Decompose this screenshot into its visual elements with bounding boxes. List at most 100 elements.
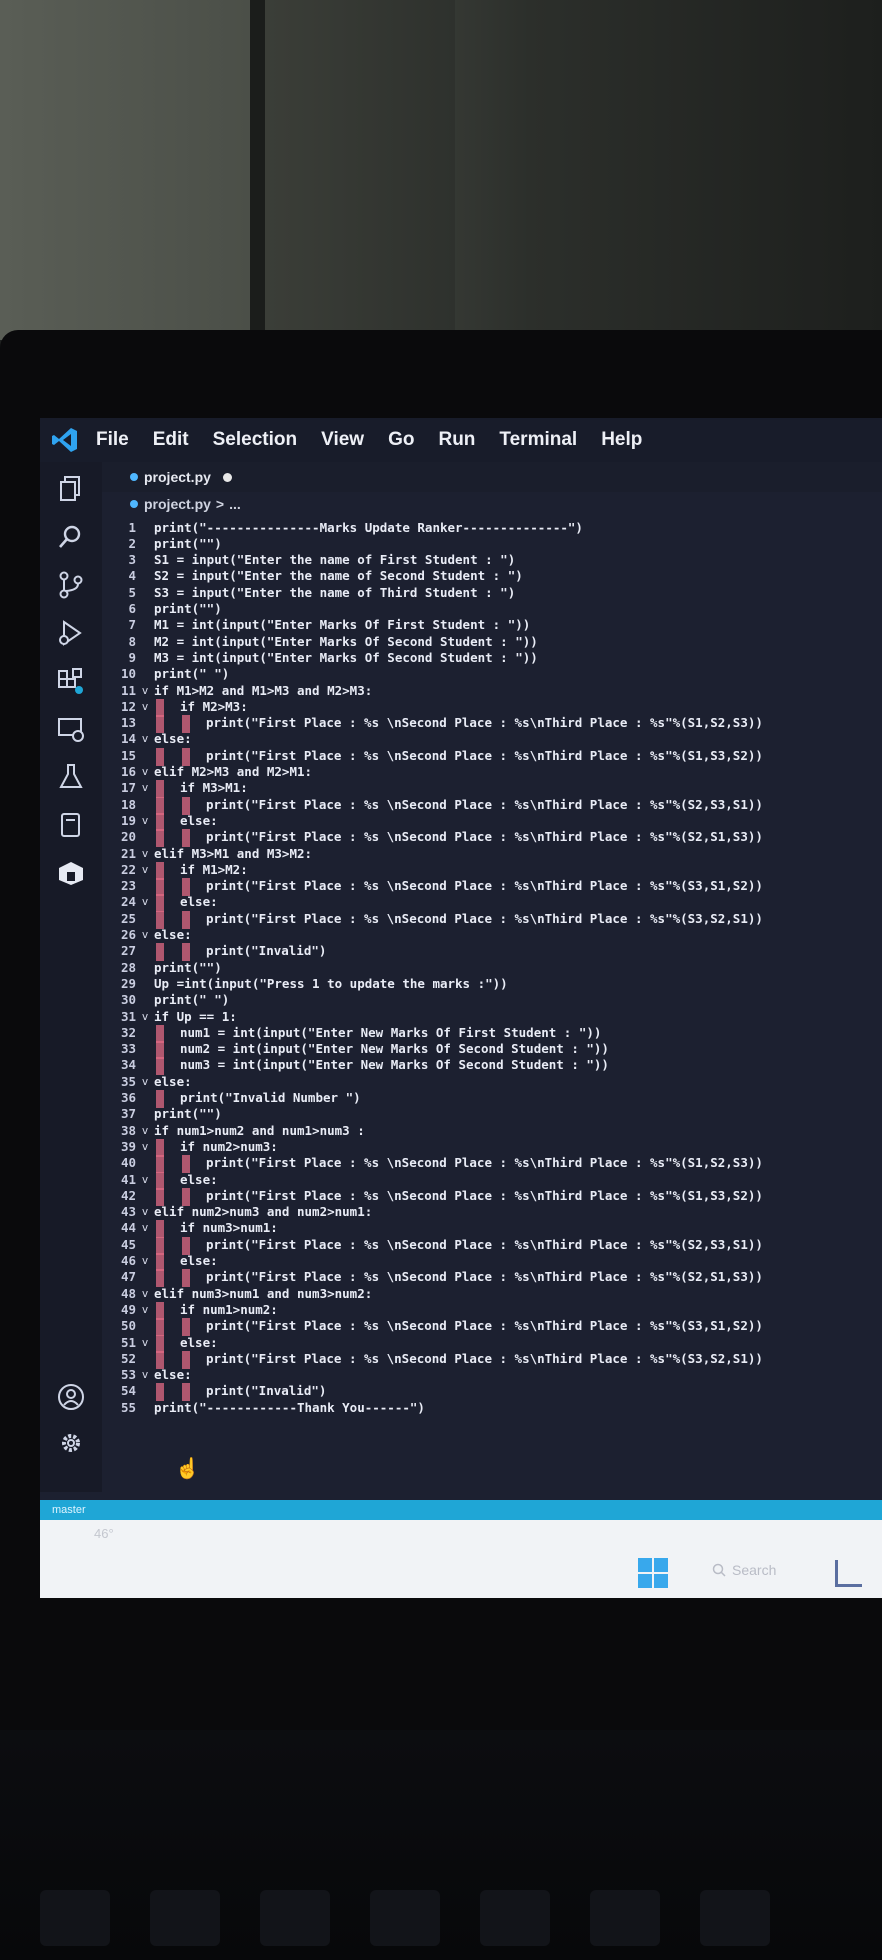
code-line[interactable]: 17 v if M3>M1: — [102, 779, 248, 799]
code-line[interactable]: 25 print("First Place : %s \nSecond Place… — [102, 909, 763, 929]
code-line[interactable]: 44 v if num3>num1: — [102, 1219, 278, 1239]
fold-chevron-icon[interactable]: v — [136, 732, 154, 745]
code-line[interactable]: 19 v else: — [102, 811, 218, 831]
menu-selection[interactable]: Selection — [213, 429, 297, 451]
fold-chevron-icon[interactable]: v — [136, 1254, 154, 1267]
branch-name[interactable]: master — [52, 1504, 86, 1516]
extensions-icon[interactable] — [56, 666, 86, 696]
explorer-icon[interactable] — [56, 474, 86, 504]
fold-chevron-icon[interactable]: v — [136, 847, 154, 860]
source-control-icon[interactable] — [56, 570, 86, 600]
code-line[interactable]: 29 Up =int(input("Press 1 to update the m… — [102, 974, 508, 992]
code-line[interactable]: 40 print("First Place : %s \nSecond Place… — [102, 1154, 763, 1174]
code-editor[interactable]: 1 print("---------------Marks Update Rank… — [102, 518, 882, 1498]
fold-chevron-icon[interactable]: v — [136, 895, 154, 908]
code-line[interactable]: 50 print("First Place : %s \nSecond Place… — [102, 1317, 763, 1337]
fold-chevron-icon[interactable]: v — [136, 1010, 154, 1023]
menu-file[interactable]: File — [96, 429, 129, 451]
search-icon[interactable] — [56, 522, 86, 552]
breadcrumb-file[interactable]: project.py — [144, 496, 211, 512]
code-line[interactable]: 30 print(" ") — [102, 991, 229, 1009]
code-line[interactable]: 12 v if M2>M3: — [102, 697, 248, 717]
run-debug-icon[interactable] — [56, 618, 86, 648]
fold-chevron-icon[interactable]: v — [136, 1173, 154, 1186]
fold-chevron-icon[interactable]: v — [136, 684, 154, 697]
code-line[interactable]: 32 num1 = int(input("Enter New Marks Of F… — [102, 1023, 601, 1043]
menu-run[interactable]: Run — [438, 429, 475, 451]
code-line[interactable]: 53 v else: — [102, 1366, 192, 1384]
code-line[interactable]: 43 v elif num2>num3 and num2>num1: — [102, 1203, 372, 1221]
code-line[interactable]: 24 v else: — [102, 893, 218, 913]
code-line[interactable]: 48 v elif num3>num1 and num3>num2: — [102, 1284, 372, 1302]
code-line[interactable]: 2 print("") — [102, 534, 221, 552]
windows-start-icon[interactable] — [638, 1558, 668, 1588]
fold-chevron-icon[interactable]: v — [136, 1287, 154, 1300]
code-line[interactable]: 31 v if Up == 1: — [102, 1007, 237, 1025]
menu-go[interactable]: Go — [388, 429, 414, 451]
account-icon[interactable] — [56, 1382, 86, 1412]
taskbar-app-icon[interactable] — [835, 1560, 862, 1587]
breadcrumb-rest[interactable]: ... — [229, 496, 241, 512]
code-line[interactable]: 9 M3 = int(input("Enter Marks Of Second S… — [102, 648, 537, 666]
code-line[interactable]: 28 print("") — [102, 958, 222, 976]
code-line[interactable]: 51 v else: — [102, 1333, 218, 1353]
code-line[interactable]: 26 v else: — [102, 926, 192, 944]
tab-project-py[interactable]: project.py — [102, 469, 232, 485]
code-line[interactable]: 20 print("First Place : %s \nSecond Place… — [102, 828, 763, 848]
code-line[interactable]: 5 S3 = input("Enter the name of Third Stu… — [102, 583, 515, 601]
code-line[interactable]: 52 print("First Place : %s \nSecond Place… — [102, 1349, 763, 1369]
code-line[interactable]: 37 print("") — [102, 1105, 222, 1123]
code-line[interactable]: 3 S1 = input("Enter the name of First Stu… — [102, 551, 515, 569]
code-line[interactable]: 8 M2 = int(input("Enter Marks Of Second S… — [102, 632, 537, 650]
settings-gear-icon[interactable] — [56, 1428, 86, 1458]
fold-chevron-icon[interactable]: v — [136, 1140, 154, 1153]
code-line[interactable]: 54 print("Invalid") — [102, 1382, 326, 1402]
code-line[interactable]: 7 M1 = int(input("Enter Marks Of First St… — [102, 616, 530, 634]
code-line[interactable]: 14 v else: — [102, 730, 192, 748]
code-line[interactable]: 36 print("Invalid Number ") — [102, 1089, 361, 1108]
deploy-icon[interactable] — [56, 858, 86, 888]
fold-chevron-icon[interactable]: v — [136, 1368, 154, 1381]
code-line[interactable]: 46 v else: — [102, 1252, 218, 1271]
menu-view[interactable]: View — [321, 429, 364, 451]
fold-chevron-icon[interactable]: v — [136, 863, 154, 876]
code-line[interactable]: 6 print("") — [102, 600, 221, 618]
unsaved-dot-icon[interactable] — [222, 472, 232, 482]
fold-chevron-icon[interactable]: v — [136, 1303, 154, 1316]
fold-chevron-icon[interactable]: v — [136, 765, 154, 778]
remote-explorer-icon[interactable] — [56, 714, 86, 744]
menu-terminal[interactable]: Terminal — [499, 429, 577, 451]
notebook-icon[interactable] — [56, 810, 86, 840]
code-line[interactable]: 1 print("---------------Marks Update Rank… — [102, 518, 583, 536]
code-line[interactable]: 21 v elif M3>M1 and M3>M2: — [102, 844, 312, 862]
code-line[interactable]: 18 print("First Place : %s \nSecond Place… — [102, 795, 763, 815]
code-line[interactable]: 10 print(" ") — [102, 665, 229, 683]
code-line[interactable]: 4 S2 = input("Enter the name of Second St… — [102, 567, 522, 585]
code-line[interactable]: 55 print("------------Thank You------") — [102, 1398, 425, 1416]
code-line[interactable]: 23 print("First Place : %s \nSecond Place… — [102, 877, 763, 897]
code-line[interactable]: 39 v if num2>num3: — [102, 1137, 278, 1157]
fold-chevron-icon[interactable]: v — [136, 1221, 154, 1234]
weather-temperature[interactable]: 46° — [94, 1526, 114, 1541]
code-line[interactable]: 49 v if num1>num2: — [102, 1300, 278, 1320]
code-line[interactable]: 16 v elif M2>M3 and M2>M1: — [102, 763, 312, 781]
fold-chevron-icon[interactable]: v — [136, 700, 154, 713]
fold-chevron-icon[interactable]: v — [136, 1336, 154, 1349]
menu-help[interactable]: Help — [601, 429, 642, 451]
fold-chevron-icon[interactable]: v — [136, 781, 154, 794]
code-line[interactable]: 47 print("First Place : %s \nSecond Place… — [102, 1268, 763, 1288]
code-line[interactable]: 33 num2 = int(input("Enter New Marks Of S… — [102, 1040, 609, 1060]
fold-chevron-icon[interactable]: v — [136, 1205, 154, 1218]
testing-icon[interactable] — [56, 762, 86, 792]
code-line[interactable]: 42 print("First Place : %s \nSecond Place… — [102, 1186, 763, 1206]
code-line[interactable]: 38 v if num1>num2 and num1>num3 : — [102, 1121, 365, 1139]
taskbar-search[interactable]: Search — [712, 1562, 776, 1578]
fold-chevron-icon[interactable]: v — [136, 928, 154, 941]
code-line[interactable]: 22 v if M1>M2: — [102, 860, 248, 880]
code-line[interactable]: 13 print("First Place : %s \nSecond Place… — [102, 714, 763, 734]
fold-chevron-icon[interactable]: v — [136, 814, 154, 827]
fold-chevron-icon[interactable]: v — [136, 1124, 154, 1137]
code-line[interactable]: 41 v else: — [102, 1170, 218, 1190]
code-line[interactable]: 27 print("Invalid") — [102, 942, 326, 962]
code-line[interactable]: 15 print("First Place : %s \nSecond Place… — [102, 746, 763, 766]
